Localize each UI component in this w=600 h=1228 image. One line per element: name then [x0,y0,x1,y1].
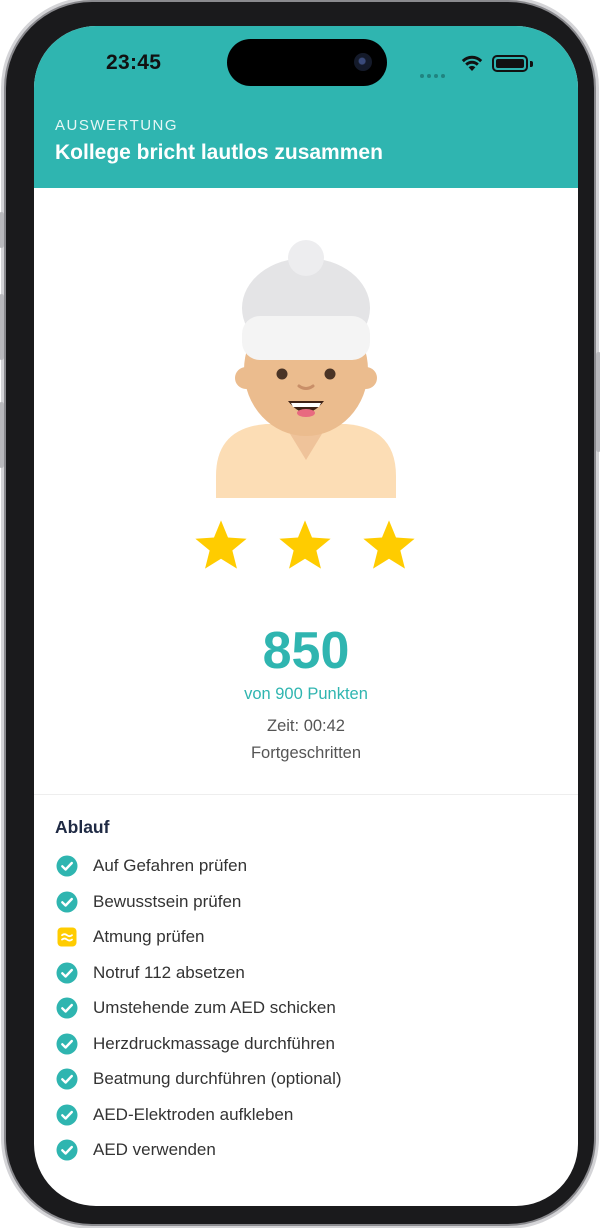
elapsed-time: Zeit: 00:42 [267,717,345,735]
check-circle-icon [56,1139,78,1161]
wifi-icon [461,55,483,71]
sequence-step: Notruf 112 absetzen [55,961,555,997]
check-circle-icon [56,1033,78,1055]
sequence-step: Auf Gefahren prüfen [55,854,555,890]
status-icons [420,53,550,78]
dynamic-island [227,39,387,86]
action-button [0,212,4,248]
check-circle-icon [56,962,78,984]
person-beanie-avatar-icon [216,240,396,498]
app-screen: 23:45 AUSWERTUNG Kollege bricht lautlos … [34,26,578,1206]
sequence-step-label: AED-Elektroden aufkleben [93,1104,294,1124]
star-icon-1 [195,520,247,569]
sequence-list: Auf Gefahren prüfen Bewusstsein prüfen Atm… [55,854,555,1174]
check-circle-icon [56,1104,78,1126]
section-divider [34,794,578,795]
sequence-step-label: AED verwenden [93,1140,216,1159]
power-button [596,352,600,452]
sequence-step: Umstehende zum AED schicken [55,996,555,1032]
check-circle-icon [56,891,78,913]
page-title: Kollege bricht lautlos zusammen [55,141,383,164]
check-circle-icon [56,1068,78,1090]
skill-level: Fortgeschritten [250,744,362,762]
sequence-step-label: Beatmung durchführen (optional) [93,1069,342,1088]
status-time: 23:45 [106,51,162,74]
sequence-step: AED-Elektroden aufkleben [55,1103,555,1139]
cellular-signal-icon [420,65,448,83]
result-header: 23:45 AUSWERTUNG Kollege bricht lautlos … [34,26,578,188]
volume-up-button [0,294,4,360]
front-camera-icon [354,53,372,71]
volume-down-button [0,402,4,468]
battery-icon [492,55,528,72]
sequence-step-label: Herzdruckmassage durchführen [93,1033,335,1053]
sequence-title: Ablauf [55,817,110,837]
score-value: 850 [262,622,350,680]
star-icon-2 [279,520,331,569]
sequence-step-label: Atmung prüfen [93,927,205,946]
sequence-step-label: Auf Gefahren prüfen [93,856,248,875]
phone-frame: 23:45 AUSWERTUNG Kollege bricht lautlos … [0,2,600,1224]
sequence-step-label: Notruf 112 absetzen [93,962,245,982]
check-circle-icon [56,997,78,1019]
sequence-step: AED verwenden [55,1138,555,1174]
sequence-step-label: Umstehende zum AED schicken [93,998,336,1017]
sequence-step: Bewusstsein prüfen [55,890,555,926]
sequence-step-label: Bewusstsein prüfen [93,891,242,911]
approx-warning-icon [56,926,78,948]
check-circle-icon [56,855,78,877]
sequence-step: Beatmung durchführen (optional) [55,1067,555,1103]
sequence-step: Atmung prüfen [55,925,555,961]
star-icon-3 [363,520,415,569]
score-max: von 900 Punkten [244,685,368,703]
star-rating [192,516,422,576]
header-eyebrow: AUSWERTUNG [55,117,179,134]
sequence-step: Herzdruckmassage durchführen [55,1032,555,1068]
